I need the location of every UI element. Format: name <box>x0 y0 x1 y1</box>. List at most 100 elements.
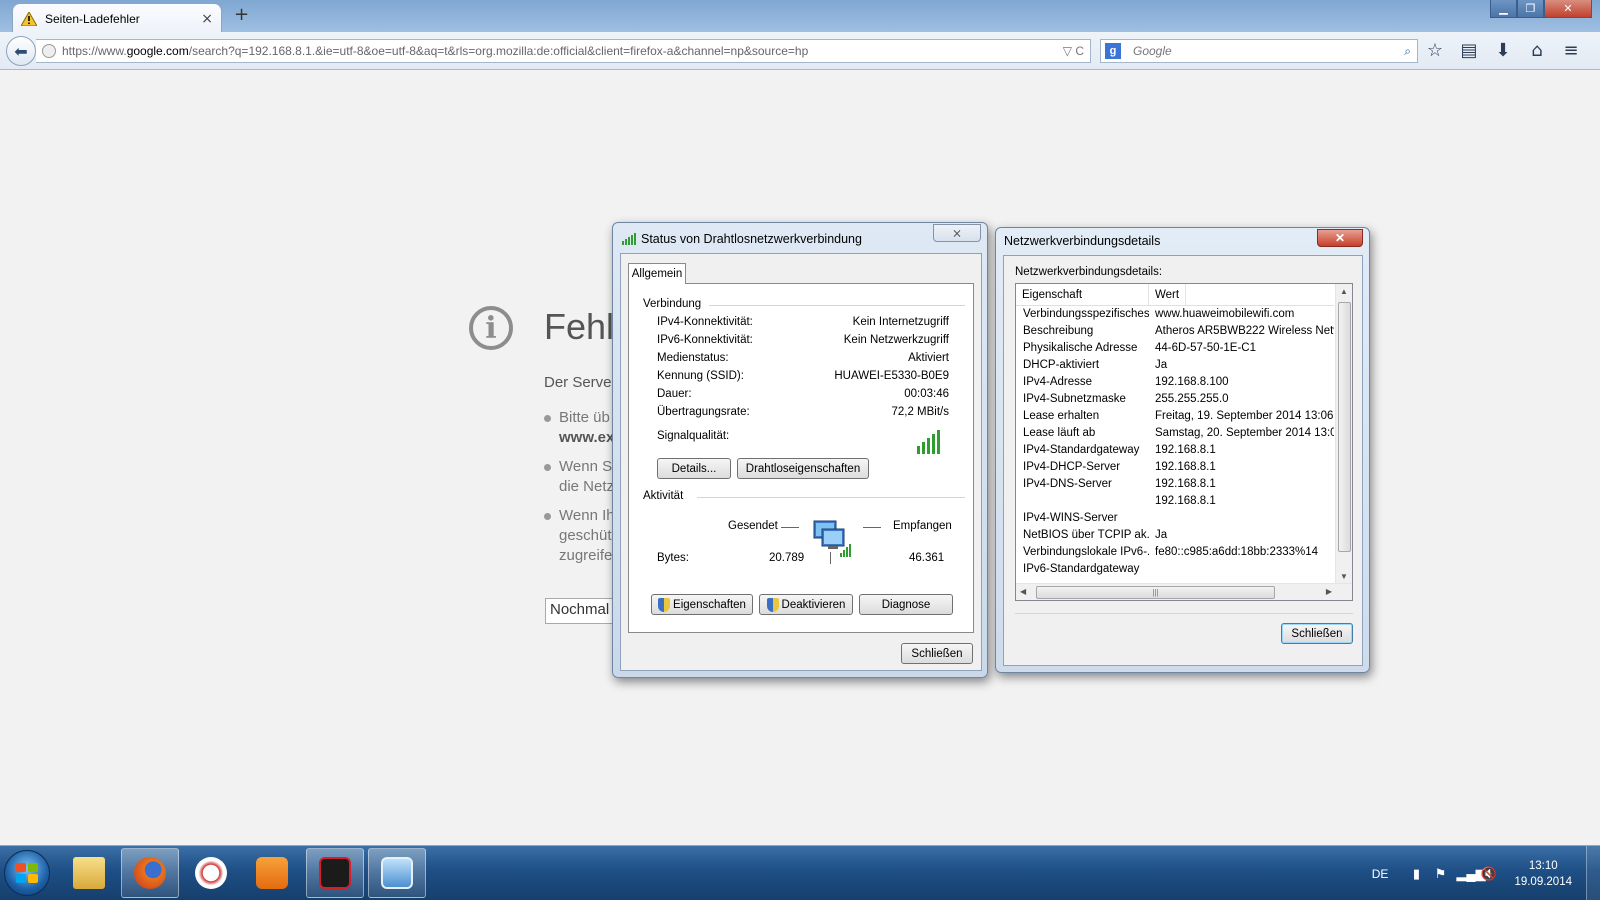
url-bar[interactable]: https://www. google.com/search?q=192.168.… <box>36 39 1091 63</box>
sent-label: Gesendet <box>728 520 778 532</box>
browser-tab[interactable]: Seiten-Ladefehler × <box>12 3 222 33</box>
firefox-taskbar-button[interactable] <box>121 848 179 898</box>
show-desktop-button[interactable] <box>1586 846 1600 900</box>
list-row[interactable]: IPv4-DHCP-Server 192.168.8.1 <box>1016 461 1334 478</box>
property-name: Physikalische Adresse <box>1023 342 1138 354</box>
dialog-close-button[interactable]: ✕ <box>1317 229 1363 247</box>
window-close-button[interactable]: ✕ <box>1544 0 1592 18</box>
list-row[interactable]: Verbindungsspezifisches... www.huaweimobi… <box>1016 308 1334 325</box>
close-button[interactable]: Schließen <box>1281 623 1353 644</box>
google-icon[interactable]: g <box>1105 43 1121 59</box>
scroll-left-icon[interactable]: ◀ <box>1020 587 1026 596</box>
close-button[interactable]: Schließen <box>901 643 973 664</box>
dialog-body: Netzwerkverbindungsdetails: Eigenschaft … <box>1003 255 1363 666</box>
menu-icon[interactable]: ≡ <box>1560 40 1582 61</box>
snipping-tool-taskbar-button[interactable] <box>182 848 240 898</box>
download-icon[interactable]: ⬇ <box>1492 40 1514 61</box>
wireless-signal-icon <box>622 232 638 245</box>
list-rows: Verbindungsspezifisches... www.huaweimobi… <box>1016 308 1334 580</box>
media-player-taskbar-button[interactable] <box>243 848 301 898</box>
info-row: IPv4-Konnektivität: Kein Internetzugriff <box>657 316 949 328</box>
explorer-taskbar-button[interactable] <box>60 848 118 898</box>
list-row[interactable]: Verbindungslokale IPv6-... fe80::c985:a6d… <box>1016 546 1334 563</box>
vertical-scrollbar[interactable]: ▲ ▼ <box>1335 284 1352 584</box>
divider <box>697 497 965 498</box>
list-row[interactable]: Lease erhalten Freitag, 19. September 201… <box>1016 410 1334 427</box>
search-icon[interactable]: ⌕ <box>1404 44 1411 59</box>
language-indicator[interactable]: DE <box>1372 867 1389 881</box>
info-row: IPv6-Konnektivität: Kein Netzwerkzugriff <box>657 334 949 346</box>
wireless-properties-button[interactable]: Drahtloseigenschaften <box>737 458 869 479</box>
tab-allgemein[interactable]: Allgemein <box>628 263 686 284</box>
property-name: IPv4-Standardgateway <box>1023 444 1140 456</box>
signal-row: Signalqualität: <box>657 430 949 442</box>
bookmark-star-icon[interactable]: ☆ <box>1424 40 1446 61</box>
row-value: 00:03:46 <box>904 388 949 400</box>
clock[interactable]: 13:10 19.09.2014 <box>1514 858 1572 890</box>
list-row[interactable]: IPv4-Subnetzmaske 255.255.255.0 <box>1016 393 1334 410</box>
info-row: Kennung (SSID): HUAWEI-E5330-B0E9 <box>657 370 949 382</box>
volume-muted-icon[interactable]: 🔇 <box>1480 866 1496 882</box>
play-icon <box>256 857 288 889</box>
list-row[interactable]: IPv4-WINS-Server <box>1016 512 1334 529</box>
tab-panel: Verbindung IPv4-Konnektivität: Kein Inter… <box>628 283 974 633</box>
details-button[interactable]: Details... <box>657 458 731 479</box>
url-path: /search?q=192.168.8.1.&ie=utf-8&oe=utf-8… <box>188 44 809 58</box>
new-tab-button[interactable]: + <box>234 4 249 25</box>
scroll-right-icon[interactable]: ▶ <box>1326 587 1332 596</box>
dialog-body: Allgemein Verbindung IPv4-Konnektivität:… <box>620 253 982 671</box>
list-label: Netzwerkverbindungsdetails: <box>1015 266 1163 278</box>
search-bar[interactable]: g Google ⌕ <box>1100 39 1418 63</box>
network-center-taskbar-button[interactable] <box>368 848 426 898</box>
scroll-down-icon[interactable]: ▼ <box>1340 572 1348 581</box>
home-icon[interactable]: ⌂ <box>1526 40 1548 61</box>
disable-button[interactable]: Deaktivieren <box>759 594 853 615</box>
restore-button[interactable]: ❐ <box>1517 0 1544 18</box>
diagnose-button[interactable]: Diagnose <box>859 594 953 615</box>
action-center-flag-icon[interactable]: ⚑ <box>1432 866 1448 882</box>
reload-icon[interactable]: ▽ C <box>1063 44 1084 58</box>
list-row[interactable]: 192.168.8.1 <box>1016 495 1334 512</box>
property-name: Beschreibung <box>1023 325 1094 337</box>
scroll-thumb[interactable]: ||| <box>1036 586 1275 599</box>
column-header-value[interactable]: Wert <box>1149 284 1187 305</box>
bookmarks-menu-icon[interactable]: ▤ <box>1458 40 1480 61</box>
bitdefender-taskbar-button[interactable] <box>306 848 364 898</box>
list-row[interactable]: IPv4-DNS-Server 192.168.8.1 <box>1016 478 1334 495</box>
list-row[interactable]: IPv4-Standardgateway 192.168.8.1 <box>1016 444 1334 461</box>
horizontal-scrollbar[interactable]: ◀ ||| ▶ <box>1016 583 1352 600</box>
property-name: IPv4-WINS-Server <box>1023 512 1118 524</box>
row-value: 72,2 MBit/s <box>891 406 949 418</box>
list-row[interactable]: IPv4-Adresse 192.168.8.100 <box>1016 376 1334 393</box>
tab-close-icon[interactable]: × <box>201 11 213 27</box>
scroll-up-icon[interactable]: ▲ <box>1340 287 1348 296</box>
search-input[interactable]: Google <box>1133 44 1172 58</box>
dialog-close-button[interactable]: ⨯ <box>933 224 981 242</box>
scissors-icon <box>195 857 227 889</box>
list-row[interactable]: Lease läuft ab Samstag, 20. September 201… <box>1016 427 1334 444</box>
column-header-property[interactable]: Eigenschaft <box>1016 284 1149 305</box>
suggestion-text: Wenn Si <box>559 458 616 475</box>
row-value: HUAWEI-E5330-B0E9 <box>834 370 949 382</box>
properties-button[interactable]: Eigenschaften <box>651 594 753 615</box>
details-list[interactable]: Eigenschaft Wert Verbindungsspezifisches… <box>1015 283 1353 601</box>
network-monitor-icon <box>381 857 413 889</box>
start-button[interactable] <box>4 850 50 896</box>
group-aktivitaet: Aktivität <box>643 490 684 502</box>
scroll-thumb[interactable] <box>1338 302 1351 552</box>
property-name: IPv4-DHCP-Server <box>1023 461 1121 473</box>
minimize-button[interactable]: ▁ <box>1490 0 1517 18</box>
list-row[interactable]: DHCP-aktiviert Ja <box>1016 359 1334 376</box>
arrow-left-icon: ⬅ <box>14 41 28 61</box>
list-row[interactable]: NetBIOS über TCPIP ak... Ja <box>1016 529 1334 546</box>
error-description: Der Server <box>544 374 617 391</box>
list-row[interactable]: Physikalische Adresse 44-6D-57-50-1E-C1 <box>1016 342 1334 359</box>
shield-icon <box>658 597 671 612</box>
info-row: Übertragungsrate: 72,2 MBit/s <box>657 406 949 418</box>
wireless-signal-icon[interactable]: ▂▄▆ <box>1456 866 1485 882</box>
back-button[interactable]: ⬅ <box>6 36 36 66</box>
battery-icon[interactable]: ▮ <box>1408 866 1424 882</box>
list-row[interactable]: IPv6-Standardgateway <box>1016 563 1334 580</box>
row-label: Medienstatus: <box>657 352 729 364</box>
list-row[interactable]: Beschreibung Atheros AR5BWB222 Wireless N… <box>1016 325 1334 342</box>
